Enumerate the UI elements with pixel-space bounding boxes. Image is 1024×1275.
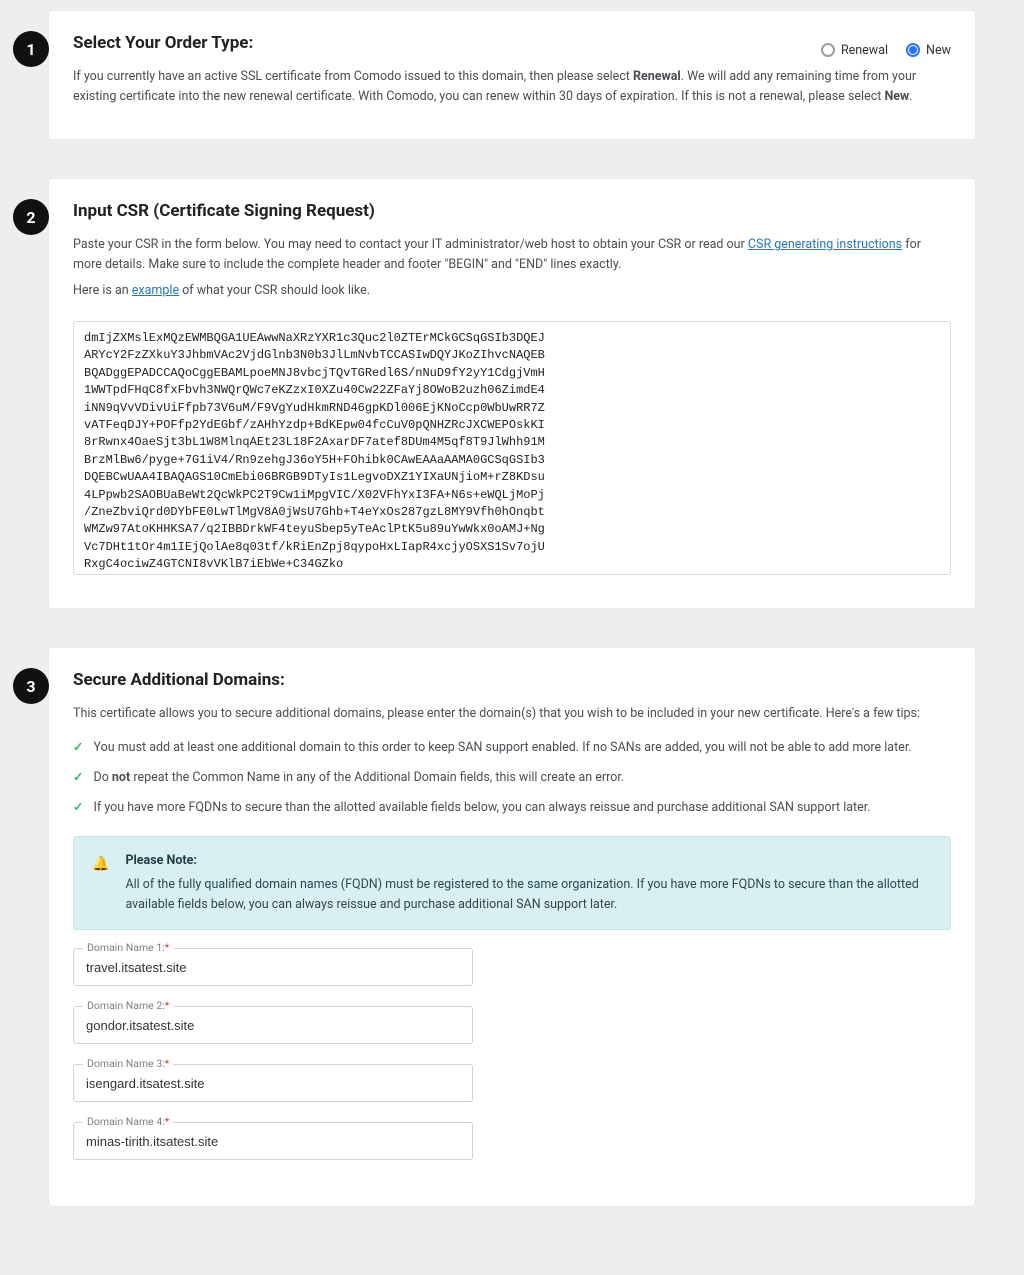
domain-field-2: Domain Name 2:* (73, 1006, 473, 1044)
tip-text: You must add at least one additional dom… (93, 738, 911, 758)
step-3-badge: 3 (13, 668, 49, 704)
step-1-card: 1 Select Your Order Type: Renewal New If… (48, 10, 976, 140)
tip-text: Do not repeat the Common Name in any of … (93, 768, 624, 788)
domain-field-4: Domain Name 4:* (73, 1122, 473, 1160)
new-radio[interactable]: New (906, 43, 951, 58)
step-3-card: 3 Secure Additional Domains: This certif… (48, 647, 976, 1207)
step-2-badge: 2 (13, 199, 49, 235)
check-icon: ✓ (73, 798, 83, 818)
csr-instructions-link[interactable]: CSR generating instructions (748, 237, 902, 252)
step-3-title: Secure Additional Domains: (73, 670, 951, 690)
step-2-card: 2 Input CSR (Certificate Signing Request… (48, 178, 976, 609)
renewal-radio-label: Renewal (841, 43, 888, 58)
step-1-title: Select Your Order Type: (73, 33, 253, 53)
step-2-example-line: Here is an example of what your CSR shou… (73, 281, 951, 301)
domain-label: Domain Name 3:* (83, 1056, 173, 1073)
domain-field-1: Domain Name 1:* (73, 948, 473, 986)
radio-icon (906, 43, 920, 57)
note-body: All of the fully qualified domain names … (125, 877, 918, 912)
step-3-description: This certificate allows you to secure ad… (73, 704, 951, 724)
please-note-box: 🔔 Please Note: All of the fully qualifie… (73, 836, 951, 930)
order-type-radios: Renewal New (821, 43, 951, 58)
domain-field-3: Domain Name 3:* (73, 1064, 473, 1102)
csr-textarea[interactable] (73, 321, 951, 575)
domain-label: Domain Name 1:* (83, 940, 173, 957)
step-2-title: Input CSR (Certificate Signing Request) (73, 201, 951, 221)
csr-example-link[interactable]: example (132, 283, 179, 298)
tip-item: ✓ You must add at least one additional d… (73, 738, 951, 758)
bell-icon: 🔔 (92, 853, 109, 875)
new-radio-label: New (926, 43, 951, 58)
check-icon: ✓ (73, 768, 83, 788)
tip-item: ✓ Do not repeat the Common Name in any o… (73, 768, 951, 788)
domain-label: Domain Name 2:* (83, 998, 173, 1015)
step-2-description: Paste your CSR in the form below. You ma… (73, 235, 951, 275)
domain-fields: Domain Name 1:* Domain Name 2:* Domain N… (73, 948, 473, 1160)
check-icon: ✓ (73, 738, 83, 758)
renewal-radio[interactable]: Renewal (821, 43, 888, 58)
domain-label: Domain Name 4:* (83, 1114, 173, 1131)
tip-text: If you have more FQDNs to secure than th… (93, 798, 870, 818)
note-title: Please Note: (125, 851, 932, 871)
step-1-badge: 1 (13, 31, 49, 67)
radio-icon (821, 43, 835, 57)
tip-item: ✓ If you have more FQDNs to secure than … (73, 798, 951, 818)
step-1-description: If you currently have an active SSL cert… (73, 67, 951, 107)
tips-list: ✓ You must add at least one additional d… (73, 738, 951, 818)
